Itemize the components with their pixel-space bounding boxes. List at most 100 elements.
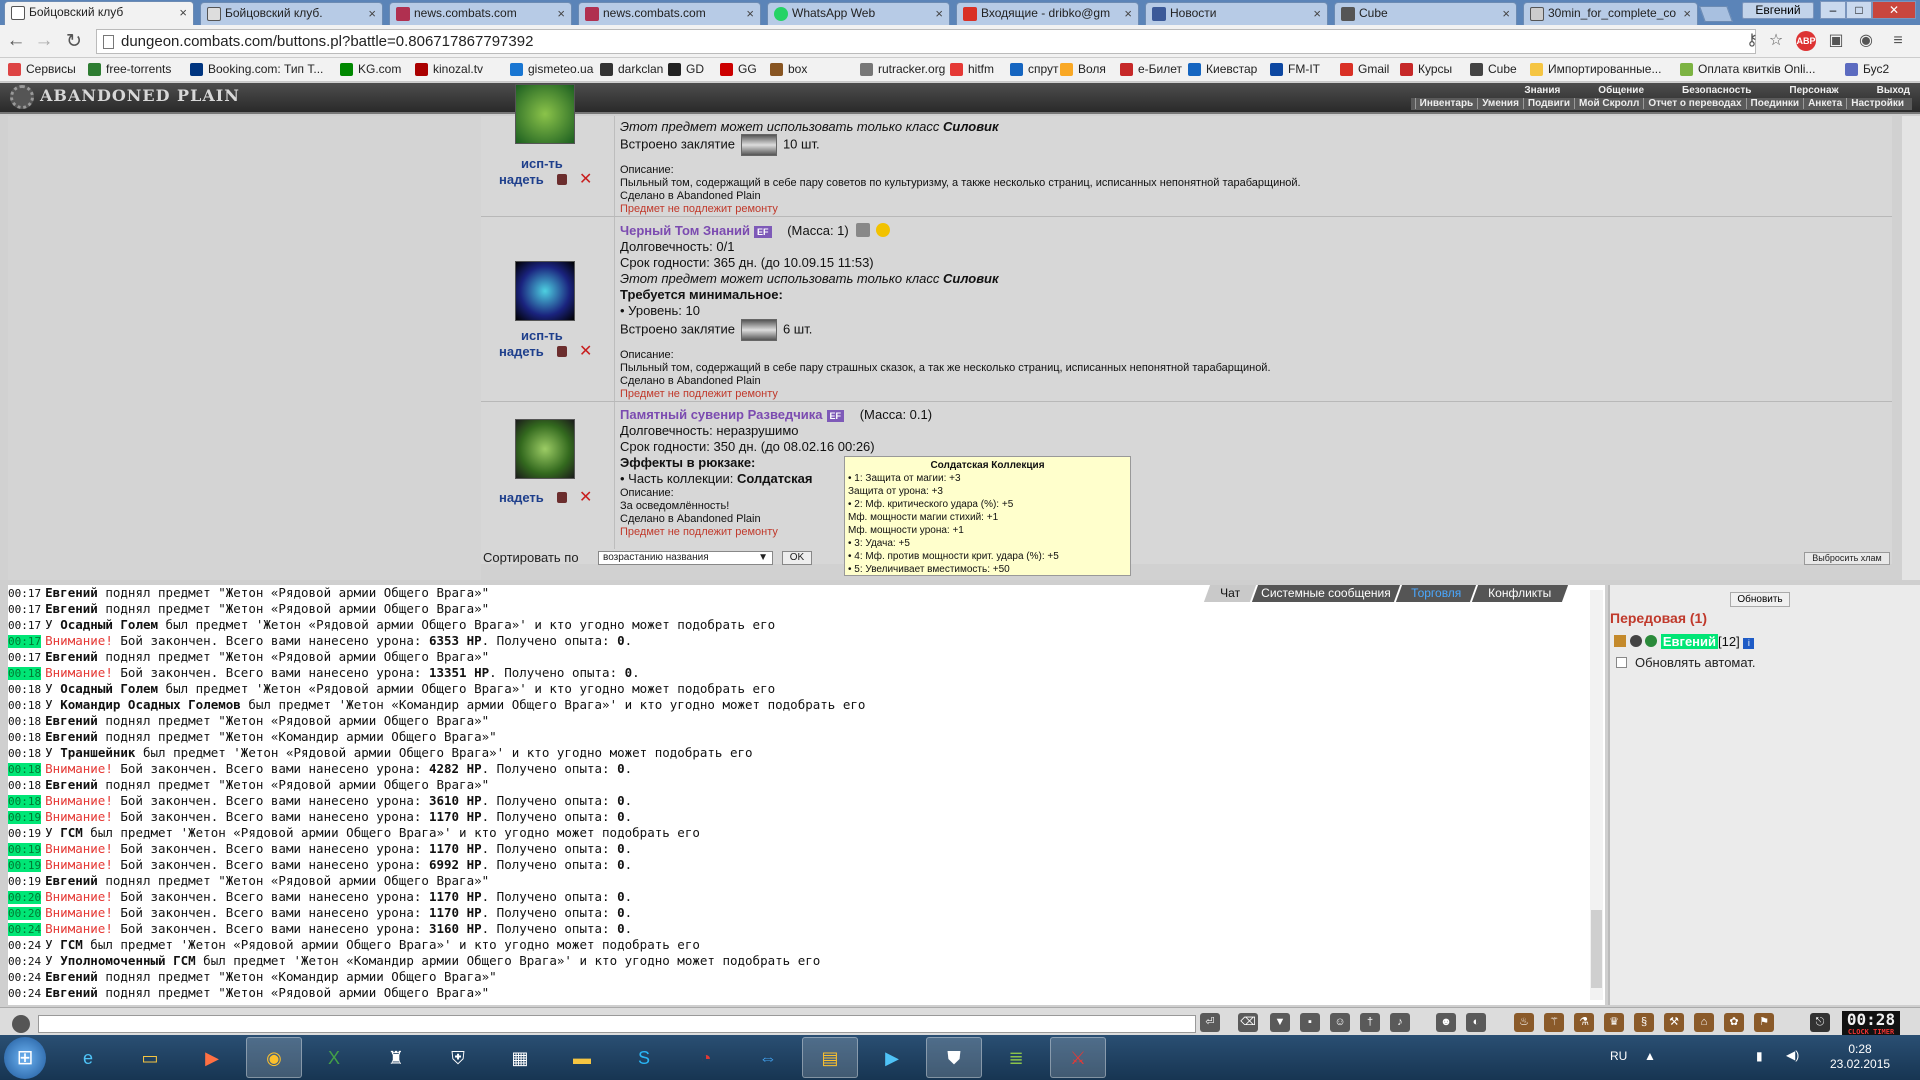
back-button[interactable]: ← bbox=[4, 30, 28, 52]
media-player-icon[interactable]: ▶ bbox=[184, 1037, 240, 1078]
chat-highlight[interactable]: 1170 HP bbox=[429, 809, 482, 824]
item-name[interactable]: Памятный сувенир Разведчика bbox=[620, 407, 823, 422]
chat-time[interactable]: 00:18 bbox=[8, 795, 42, 808]
tab-combats-1[interactable]: Бойцовский клуб × bbox=[4, 1, 194, 25]
info-icon[interactable]: i bbox=[1743, 638, 1755, 649]
person-icon[interactable]: ☺ bbox=[1330, 1013, 1350, 1032]
helmet-icon[interactable]: ♛ bbox=[1604, 1013, 1624, 1032]
maximize-button[interactable]: □ bbox=[1846, 1, 1872, 19]
chat-highlight[interactable]: 1170 HP bbox=[429, 841, 482, 856]
chat-time[interactable]: 00:24 bbox=[8, 939, 41, 952]
address-bar[interactable]: dungeon.combats.com/buttons.pl?battle=0.… bbox=[96, 29, 1756, 54]
bookmark-item[interactable]: Курсы bbox=[1400, 62, 1452, 77]
play-icon[interactable]: ▶ bbox=[864, 1037, 920, 1078]
chat-highlight[interactable]: ГСМ bbox=[60, 825, 83, 840]
menu-item-character[interactable]: Персонаж bbox=[1789, 85, 1838, 96]
submenu-item-transfers[interactable]: Отчет о переводах bbox=[1643, 98, 1746, 109]
bookmark-item[interactable]: hitfm bbox=[950, 62, 994, 77]
bookmark-item[interactable]: KG.com bbox=[340, 62, 401, 77]
eraser-icon[interactable]: ⌫ bbox=[1238, 1013, 1258, 1032]
chat-time[interactable]: 00:24 bbox=[8, 923, 42, 936]
world-of-tanks-icon[interactable]: ♜ bbox=[368, 1037, 424, 1078]
chat-highlight[interactable]: Евгений bbox=[45, 649, 98, 664]
chat-time[interactable]: 00:19 bbox=[8, 827, 41, 840]
close-icon[interactable]: × bbox=[1313, 3, 1321, 24]
ie-icon[interactable]: e bbox=[60, 1037, 116, 1078]
use-link[interactable]: исп-ть bbox=[521, 156, 563, 171]
chat-time[interactable]: 00:19 bbox=[8, 859, 42, 872]
skype-icon[interactable]: S bbox=[616, 1037, 672, 1078]
chat-highlight[interactable]: Командир Осадных Големов bbox=[60, 697, 241, 712]
menu-item-knowledge[interactable]: Знания bbox=[1524, 85, 1560, 96]
chat-highlight[interactable]: 0 bbox=[617, 633, 625, 648]
chat-highlight[interactable]: Евгений bbox=[45, 601, 98, 616]
teamviewer-icon[interactable]: ⇔ bbox=[740, 1037, 796, 1078]
chat-highlight[interactable]: 1170 HP bbox=[429, 889, 482, 904]
key-icon[interactable]: ⚷ bbox=[1742, 31, 1762, 51]
bookmark-item[interactable]: gismeteo.ua bbox=[510, 62, 593, 77]
bookmark-item[interactable]: Импортированные... bbox=[1530, 62, 1661, 77]
submenu-item-skills[interactable]: Умения bbox=[1477, 98, 1523, 109]
sort-ok-button[interactable]: OK bbox=[782, 551, 812, 565]
player-name[interactable]: Евгений bbox=[1660, 634, 1719, 649]
forward-button[interactable]: → bbox=[32, 30, 56, 52]
chat-highlight[interactable]: 4282 HP bbox=[429, 761, 482, 776]
chat-highlight[interactable]: 0 bbox=[617, 857, 625, 872]
face-icon[interactable]: ☻ bbox=[1436, 1013, 1456, 1032]
close-icon[interactable]: × bbox=[1502, 3, 1510, 24]
chat-highlight[interactable]: Евгений bbox=[45, 585, 98, 600]
bookmark-item[interactable]: GG bbox=[720, 62, 757, 77]
bookmark-item[interactable]: Cube bbox=[1470, 62, 1517, 77]
chat-highlight[interactable]: Евгений bbox=[45, 969, 98, 984]
profile-button[interactable]: Евгений bbox=[1742, 2, 1814, 19]
chat-highlight[interactable]: 6992 HP bbox=[429, 857, 482, 872]
bookmark-item[interactable]: free-torrents bbox=[88, 62, 171, 77]
bag-icon[interactable] bbox=[557, 174, 567, 185]
chat-highlight[interactable]: Осадный Голем bbox=[60, 681, 158, 696]
chat-highlight[interactable]: Осадный Голем bbox=[60, 617, 158, 632]
explorer-icon[interactable]: ▭ bbox=[122, 1037, 178, 1078]
bookmark-item[interactable]: Booking.com: Тип Т... bbox=[190, 62, 323, 77]
new-tab-button[interactable] bbox=[1699, 6, 1733, 22]
system-clock[interactable]: 0:28 23.02.2015 bbox=[1830, 1042, 1890, 1072]
chat-time[interactable]: 00:18 bbox=[8, 779, 41, 792]
extension-icon[interactable]: ▣ bbox=[1826, 31, 1846, 51]
chat-highlight[interactable]: ГСМ bbox=[60, 937, 83, 952]
chat-scroll-thumb[interactable] bbox=[1591, 910, 1602, 988]
bookmark-item[interactable]: Сервисы bbox=[8, 62, 76, 77]
scroll-icon[interactable]: § bbox=[1634, 1013, 1654, 1032]
wear-link[interactable]: надеть bbox=[499, 490, 544, 505]
menu-item-exit[interactable]: Выход bbox=[1877, 85, 1910, 96]
flag-icon[interactable]: ⚑ bbox=[1754, 1013, 1774, 1032]
tray-arrow-icon[interactable]: ▲ bbox=[1644, 1049, 1656, 1063]
submenu-item-my-scroll[interactable]: Мой Скролл bbox=[1574, 98, 1644, 109]
tab-system-messages[interactable]: Системные сообщения bbox=[1251, 585, 1401, 602]
adblock-icon[interactable]: ABP bbox=[1796, 31, 1816, 51]
volume-icon[interactable]: ◀) bbox=[1786, 1048, 1799, 1062]
close-icon[interactable]: × bbox=[1683, 3, 1691, 24]
reload-button[interactable]: ↻ bbox=[62, 30, 86, 53]
minimize-button[interactable]: – bbox=[1820, 1, 1846, 19]
star-icon[interactable]: ☆ bbox=[1766, 31, 1786, 51]
auto-refresh-checkbox[interactable] bbox=[1616, 657, 1627, 668]
menu-item-security[interactable]: Безопасность bbox=[1682, 85, 1751, 96]
tab-gmail[interactable]: Входящие - dribko@gm × bbox=[956, 2, 1139, 25]
chat-highlight[interactable]: Евгений bbox=[45, 985, 98, 1000]
bookmark-item[interactable]: Gmail bbox=[1340, 62, 1389, 77]
close-icon[interactable]: × bbox=[1124, 3, 1132, 24]
chat-highlight[interactable]: Евгений bbox=[45, 777, 98, 792]
chat-time[interactable]: 00:17 bbox=[8, 619, 41, 632]
chat-time[interactable]: 00:24 bbox=[8, 971, 41, 984]
bookmark-item[interactable]: Бус2 bbox=[1845, 62, 1889, 77]
delete-icon[interactable]: ✕ bbox=[579, 487, 592, 507]
close-icon[interactable]: × bbox=[179, 2, 187, 23]
stack-icon[interactable]: ≣ bbox=[988, 1037, 1044, 1078]
submenu-item-battles[interactable]: Поединки bbox=[1745, 98, 1804, 109]
bookmark-item[interactable]: e-Билет bbox=[1120, 62, 1182, 77]
chat-highlight[interactable]: 0 bbox=[617, 905, 625, 920]
tab-conflicts[interactable]: Конфликты bbox=[1471, 585, 1569, 602]
chat-highlight[interactable]: 0 bbox=[617, 921, 625, 936]
chat-highlight[interactable]: 13351 HP bbox=[429, 665, 489, 680]
inventory-scrollbar[interactable] bbox=[1902, 116, 1920, 580]
tab-news-2[interactable]: news.combats.com × bbox=[578, 2, 761, 25]
